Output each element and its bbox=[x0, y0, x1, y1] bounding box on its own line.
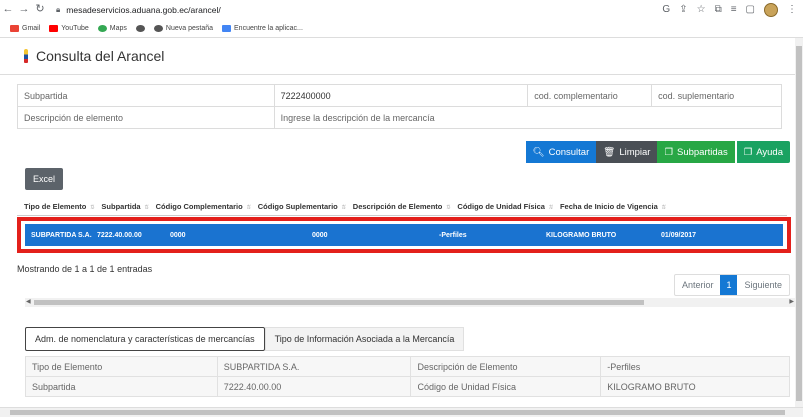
detail-tabs: Adm. de nomenclatura y características d… bbox=[25, 327, 465, 351]
copy-icon: ❐ bbox=[743, 146, 753, 158]
avatar[interactable] bbox=[764, 2, 778, 17]
tab-informacion-asociada[interactable]: Tipo de Información Asociada a la Mercan… bbox=[264, 327, 465, 351]
page-vertical-scrollbar[interactable] bbox=[795, 38, 803, 408]
reading-list-icon[interactable]: ≡ bbox=[731, 4, 737, 15]
browser-address-bar: ← → ↻ 🔒︎ mesadeservicios.aduana.gob.ec/a… bbox=[0, 0, 803, 19]
results-summary: Mostrando de 1 a 1 de 1 entradas bbox=[17, 264, 153, 274]
forward-icon[interactable]: → bbox=[16, 0, 32, 19]
scrollbar-thumb[interactable] bbox=[796, 46, 802, 401]
pagination: Anterior 1 Siguiente bbox=[673, 274, 790, 296]
table-horizontal-scrollbar[interactable]: ◀ ▶ bbox=[25, 298, 795, 307]
url-text: mesadeservicios.aduana.gob.ec/arancel/ bbox=[66, 4, 221, 15]
page-title: Consulta del Arancel bbox=[36, 48, 165, 64]
table-row: Subpartida 7222.40.00.00 Código de Unida… bbox=[25, 376, 790, 397]
detail-key: Código de Unidad Física bbox=[410, 376, 602, 397]
table-row: Tipo de Elemento SUBPARTIDA S.A. Descrip… bbox=[25, 356, 790, 377]
extensions-icon[interactable]: ⧉ bbox=[715, 4, 722, 15]
column-header[interactable]: Fecha de Inicio de Vigencia ⇅ bbox=[553, 202, 666, 211]
bookmark-gmail[interactable]: Gmail bbox=[10, 24, 40, 32]
trash-icon: 🗑︎ bbox=[603, 146, 616, 158]
bookmark-youtube[interactable]: YouTube bbox=[49, 24, 89, 32]
cell-fecha: 01/09/2017 bbox=[661, 231, 697, 239]
ayuda-button[interactable]: ❐ Ayuda bbox=[736, 141, 790, 163]
cod-complementario-input[interactable]: cod. complementario bbox=[527, 84, 653, 107]
github-icon bbox=[153, 24, 163, 32]
url-field[interactable]: 🔒︎ mesadeservicios.aduana.gob.ec/arancel… bbox=[56, 5, 221, 15]
cell-complementario: 0000 bbox=[170, 231, 186, 239]
menu-icon[interactable]: ⋮ bbox=[787, 4, 797, 15]
google-icon[interactable]: G bbox=[662, 4, 670, 15]
app-header: Consulta del Arancel bbox=[0, 38, 795, 75]
cell-tipo: SUBPARTIDA S.A. bbox=[31, 231, 92, 239]
detail-value: SUBPARTIDA S.A. bbox=[216, 356, 412, 377]
reload-icon[interactable]: ↻ bbox=[32, 0, 48, 19]
detail-value: 7222.40.00.00 bbox=[216, 376, 412, 397]
limpiar-button[interactable]: 🗑︎ Limpiar bbox=[596, 141, 658, 163]
cell-suplementario: 0000 bbox=[312, 231, 328, 239]
detail-key: Tipo de Elemento bbox=[25, 356, 218, 377]
action-buttons: 🔍︎ Consultar 🗑︎ Limpiar ❐ Subpartidas ❐ Ayud… bbox=[525, 141, 790, 163]
copy-icon: ❐ bbox=[664, 146, 673, 158]
results-table-header: Tipo de Elemento ⇅ Subpartida ⇅ Código Com… bbox=[17, 198, 787, 216]
column-header[interactable]: Subpartida ⇅ bbox=[94, 202, 148, 211]
maps-icon bbox=[97, 24, 107, 32]
github-icon bbox=[135, 24, 145, 32]
lock-icon: 🔒︎ bbox=[56, 4, 61, 14]
share-icon[interactable]: ⇪ bbox=[679, 4, 687, 15]
bookmark-maps[interactable]: Maps bbox=[97, 24, 127, 32]
scrollbar-thumb[interactable] bbox=[34, 300, 644, 305]
tab-nomenclatura[interactable]: Adm. de nomenclatura y características d… bbox=[25, 327, 265, 351]
cell-subpartida: 7222.40.00.00 bbox=[97, 231, 142, 239]
excel-button[interactable]: Excel bbox=[25, 168, 64, 190]
bookmark-github[interactable] bbox=[135, 24, 145, 32]
column-header[interactable]: Descripción de Elemento ⇅ bbox=[346, 202, 451, 211]
search-form: Subpartida 7222400000 cod. complementari… bbox=[17, 84, 783, 129]
subpartida-input[interactable]: 7222400000 bbox=[273, 84, 529, 107]
page-horizontal-scrollbar[interactable] bbox=[0, 407, 803, 417]
cell-unidad: KILOGRAMO BRUTO bbox=[546, 231, 617, 239]
apps-icon bbox=[222, 24, 232, 32]
scroll-right-icon[interactable]: ▶ bbox=[789, 298, 794, 307]
detail-value: KILOGRAMO BRUTO bbox=[600, 376, 790, 397]
bookmark-apps[interactable]: Encuentre la aplicac... bbox=[222, 24, 303, 32]
descripcion-label: Descripción de elemento bbox=[17, 106, 275, 129]
cod-suplementario-input[interactable]: cod. suplementario bbox=[651, 84, 782, 107]
search-icon: 🔍︎ bbox=[532, 146, 545, 158]
detail-table: Tipo de Elemento SUBPARTIDA S.A. Descrip… bbox=[25, 356, 790, 397]
cell-descripcion: -Perfiles bbox=[439, 231, 467, 239]
detail-value: -Perfiles bbox=[600, 356, 790, 377]
next-page-button[interactable]: Siguiente bbox=[737, 275, 789, 295]
scroll-left-icon[interactable]: ◀ bbox=[26, 298, 31, 307]
prev-page-button[interactable]: Anterior bbox=[675, 275, 721, 295]
column-header[interactable]: Código Suplementario ⇅ bbox=[251, 202, 346, 211]
star-icon[interactable]: ☆ bbox=[697, 4, 706, 15]
page-1-button[interactable]: 1 bbox=[720, 275, 738, 295]
youtube-icon bbox=[49, 24, 59, 32]
column-header[interactable]: Código Complementario ⇅ bbox=[149, 202, 251, 211]
sidepanel-icon[interactable]: ▢ bbox=[746, 4, 755, 15]
gmail-icon bbox=[10, 24, 19, 32]
table-row[interactable]: SUBPARTIDA S.A. 7222.40.00.00 0000 0000 … bbox=[25, 224, 783, 246]
consultar-button[interactable]: 🔍︎ Consultar bbox=[525, 141, 597, 163]
subpartidas-button[interactable]: ❐ Subpartidas bbox=[657, 141, 735, 163]
bookmark-new-tab[interactable]: Nueva pestaña bbox=[153, 24, 213, 32]
detail-key: Subpartida bbox=[25, 376, 218, 397]
scrollbar-thumb[interactable] bbox=[10, 410, 785, 415]
detail-key: Descripción de Elemento bbox=[410, 356, 602, 377]
subpartida-label: Subpartida bbox=[17, 84, 275, 107]
bookmarks-bar: Gmail YouTube Maps Nueva pestaña Encuent… bbox=[0, 19, 803, 38]
column-header[interactable]: Tipo de Elemento ⇅ bbox=[17, 202, 94, 211]
back-icon[interactable]: ← bbox=[0, 0, 16, 19]
column-header[interactable]: Código de Unidad Física ⇅ bbox=[450, 202, 553, 211]
aduana-logo-icon bbox=[22, 49, 30, 63]
descripcion-input[interactable]: Ingrese la descripción de la mercancía bbox=[273, 106, 783, 129]
